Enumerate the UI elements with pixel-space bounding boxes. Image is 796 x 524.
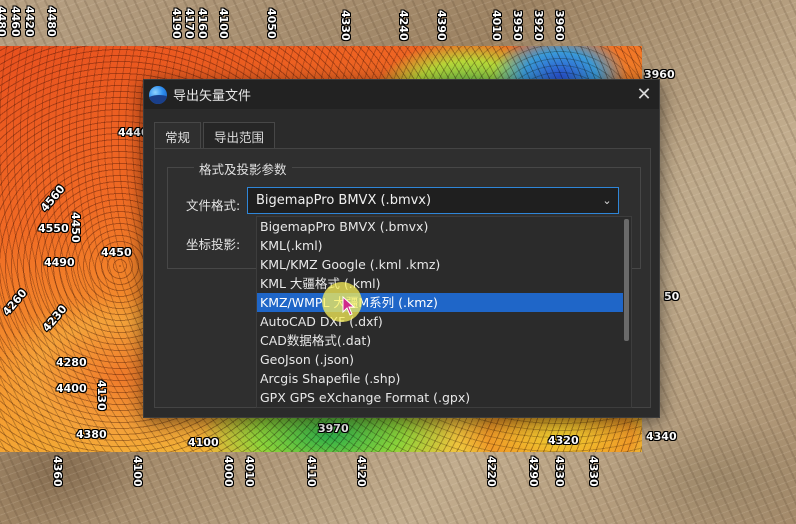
contour-label: 4050 xyxy=(265,8,278,39)
contour-label: 4000 xyxy=(222,456,235,487)
contour-label: 4120 xyxy=(355,456,368,487)
contour-label: 4400 xyxy=(56,382,87,395)
contour-label: 4460 xyxy=(9,6,22,37)
contour-label: 4190 xyxy=(170,8,183,39)
tab-export-range[interactable]: 导出范围 xyxy=(203,122,276,149)
dropdown-option[interactable]: KMZ/WMPL 大疆M系列 (.kmz) xyxy=(257,293,623,312)
contour-label: 4010 xyxy=(490,10,503,41)
dropdown-option[interactable]: GPX GPS eXchange Format (.gpx) xyxy=(257,388,623,407)
contour-label: 4100 xyxy=(217,8,230,39)
contour-label: 4420 xyxy=(23,6,36,37)
dropdown-option[interactable]: CAD数据格式(.dat) xyxy=(257,331,623,350)
contour-label: 4320 xyxy=(548,434,579,447)
contour-label: 4550 xyxy=(38,222,69,235)
contour-label: 4100 xyxy=(188,436,219,449)
contour-label: 4100 xyxy=(131,456,144,487)
contour-label: 4330 xyxy=(339,10,352,41)
contour-label: 4170 xyxy=(183,8,196,39)
group-title: 格式及投影参数 xyxy=(194,159,292,178)
dropdown-option[interactable]: KML 大疆格式 (.kml) xyxy=(257,274,623,293)
dialog-titlebar[interactable]: 导出矢量文件 ✕ xyxy=(144,80,659,109)
contour-label: 4290 xyxy=(527,456,540,487)
dropdown-options: BigemapPro BMVX (.bmvx) KML(.kml) KML/KMZ … xyxy=(257,217,631,407)
contour-label: 3920 xyxy=(532,10,545,41)
contour-label: 4360 xyxy=(51,456,64,487)
dropdown-option[interactable]: BigemapPro BMVX (.bmvx) xyxy=(257,217,623,236)
app-logo-icon xyxy=(149,85,167,104)
contour-label: 4160 xyxy=(196,8,209,39)
contour-label: 4340 xyxy=(646,430,677,443)
contour-label: 4130 xyxy=(95,380,108,411)
file-format-dropdown-list[interactable]: BigemapPro BMVX (.bmvx) KML(.kml) KML/KMZ … xyxy=(256,216,632,408)
dropdown-option[interactable]: KML/KMZ Google (.kml .kmz) xyxy=(257,255,623,274)
close-icon: ✕ xyxy=(636,84,652,105)
chevron-down-icon[interactable]: ⌄ xyxy=(596,194,618,207)
contour-label: 4220 xyxy=(485,456,498,487)
contour-label: 3950 xyxy=(511,10,524,41)
contour-label: 4330 xyxy=(587,456,600,487)
file-format-label: 文件格式: xyxy=(186,198,241,213)
contour-label: 4390 xyxy=(435,10,448,41)
contour-label: 4450 xyxy=(101,246,132,259)
dropdown-option[interactable]: GeoJson (.json) xyxy=(257,350,623,369)
contour-label: 4480 xyxy=(45,6,58,37)
tab-bar: 常规 导出范围 xyxy=(154,122,277,149)
dropdown-option[interactable]: KML(.kml) xyxy=(257,236,623,255)
contour-label: 4450 xyxy=(69,212,82,243)
file-format-select[interactable]: BigemapPro BMVX (.bmvx) ⌄ xyxy=(247,187,619,214)
file-format-value: BigemapPro BMVX (.bmvx) xyxy=(256,193,432,208)
contour-label: 4480 xyxy=(0,6,8,37)
contour-label: 3970 xyxy=(318,422,349,435)
contour-label: 4280 xyxy=(56,356,87,369)
contour-label: 4380 xyxy=(76,428,107,441)
close-button[interactable]: ✕ xyxy=(629,80,659,109)
contour-label: 4010 xyxy=(243,456,256,487)
projection-label: 坐标投影: xyxy=(186,237,241,252)
contour-label: 4240 xyxy=(397,10,410,41)
dialog-title: 导出矢量文件 xyxy=(173,89,252,104)
dropdown-option[interactable]: AutoCAD DXF (.dxf) xyxy=(257,312,623,331)
tab-general[interactable]: 常规 xyxy=(154,122,202,149)
contour-label: 3960 xyxy=(553,10,566,41)
contour-label: 4330 xyxy=(553,456,566,487)
mouse-pointer-icon xyxy=(342,296,356,316)
contour-label: 50 xyxy=(664,290,680,303)
contour-label: 4110 xyxy=(305,456,318,487)
contour-label: 4490 xyxy=(44,256,75,269)
dropdown-scrollbar[interactable] xyxy=(624,219,629,341)
dropdown-option[interactable]: Arcgis Shapefile (.shp) xyxy=(257,369,623,388)
